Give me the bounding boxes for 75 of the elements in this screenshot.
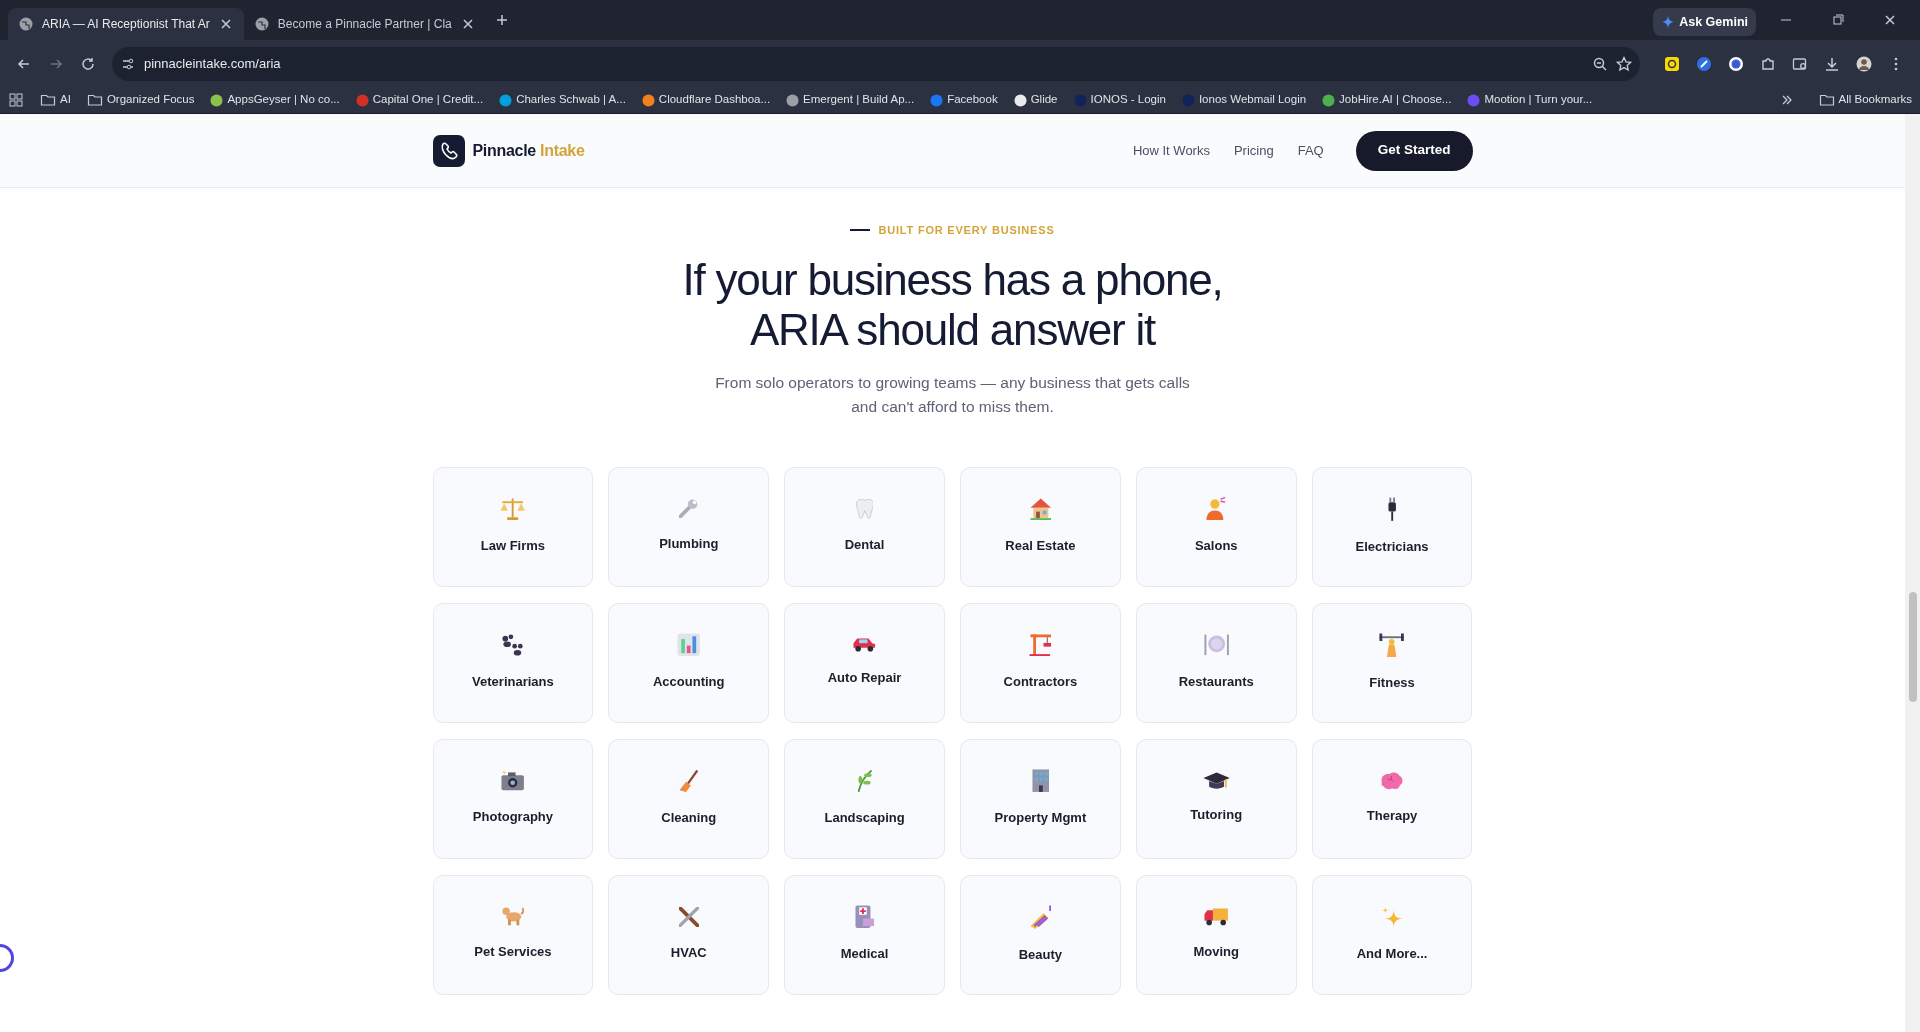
nav-link[interactable]: How It Works [1132,140,1210,161]
business-card[interactable]: Landscaping [784,738,945,859]
business-card[interactable]: Tutoring [1135,738,1297,859]
bookmark[interactable]: Organized Focus [86,91,195,109]
business-card[interactable]: Accounting [608,602,770,723]
brand-name[interactable]: Pinnacle Intake [472,138,585,163]
business-card[interactable]: Cleaning [608,738,770,859]
business-card[interactable]: Restaurants [1135,602,1297,723]
business-card[interactable]: Dental [784,466,945,587]
bookmark[interactable]: Emergent | Build Ap... [786,91,915,109]
card-label: Fitness [1369,673,1415,692]
business-card[interactable]: Property Mgmt [960,738,1121,859]
card-label: Auto Repair [827,668,902,687]
bookmark[interactable]: Glide [1013,91,1058,109]
business-card[interactable]: Beauty [960,874,1121,995]
card-label: Tutoring [1190,806,1243,825]
business-card[interactable]: Auto Repair [784,602,945,723]
card-label: Beauty [1018,945,1063,964]
business-card[interactable]: Real Estate [960,466,1121,587]
eyebrow-label: BUILT FOR EVERY BUSINESS [878,223,1055,238]
business-card[interactable]: And More... [1311,874,1473,995]
card-label: Contractors [1003,673,1078,691]
subtitle: From solo operators to growing teams — any business that gets calls and can't afford to miss them. [714,372,1191,417]
bookmark[interactable]: AI [40,91,71,109]
business-card[interactable]: Law Firms [432,466,594,587]
card-label: Property Mgmt [994,809,1087,828]
card-label: Landscaping [824,809,905,827]
headline: ARIA should answer it [748,304,1157,355]
get-started-button[interactable]: Get Started [1355,130,1473,171]
bookmark[interactable]: Mootion | Turn your... [1467,91,1593,109]
bookmark[interactable]: Cloudflare Dashboa... [641,91,771,109]
business-card[interactable]: Moving [1135,874,1297,995]
bookmark[interactable]: IONOS - Login [1073,91,1166,109]
card-label: Moving [1193,942,1239,961]
business-card[interactable]: Plumbing [608,466,770,587]
card-label: Accounting [653,673,725,692]
business-card[interactable]: Electricians [1311,466,1473,587]
business-card[interactable]: HVAC [608,874,770,995]
business-card[interactable]: Veterinarians [432,602,594,723]
card-label: Salons [1194,537,1238,556]
card-label: Veterinarians [472,672,554,691]
address-bar[interactable]: pinnacleintake.com/aria [112,46,1640,81]
card-label: Pet Services [474,943,552,962]
card-label: Therapy [1366,806,1418,825]
headline: If your business has a phone, [681,254,1224,305]
card-label: Medical [840,945,889,964]
bookmark[interactable]: Ionos Webmail Login [1181,91,1307,109]
card-label: Real Estate [1005,537,1076,555]
bookmark[interactable]: AppsGeyser | No co... [210,91,340,109]
card-label: Restaurants [1178,672,1254,691]
bookmark[interactable]: Facebook [930,91,998,109]
business-card[interactable]: Salons [1135,466,1297,587]
ask-gemini-button[interactable]: Ask Gemini [1653,8,1756,36]
card-label: Plumbing [659,535,719,554]
browser-tab[interactable]: Become a Pinnacle Partner | Cla [243,8,486,40]
nav-link[interactable]: FAQ [1297,140,1324,161]
card-label: HVAC [670,943,707,962]
bookmark[interactable]: All Bookmarks [1818,91,1912,109]
browser-tab[interactable]: ARIA — AI Receptionist That Ar [8,8,244,40]
card-label: Dental [844,535,885,554]
bookmark[interactable]: Capital One | Credit... [355,91,484,109]
nav-link[interactable]: Pricing [1233,140,1274,161]
business-card[interactable]: Therapy [1311,738,1473,859]
card-label: And More... [1356,945,1428,963]
business-card[interactable]: Medical [784,874,945,995]
business-card[interactable]: Contractors [960,602,1121,723]
business-card[interactable]: Fitness [1311,602,1473,723]
card-label: Photography [472,807,553,826]
card-label: Electricians [1355,537,1429,556]
bookmark[interactable]: JobHire.AI | Choose... [1322,91,1452,109]
business-card[interactable]: Photography [432,738,594,859]
card-label: Cleaning [661,809,717,827]
bookmark[interactable]: Charles Schwab | A... [499,91,626,109]
business-card[interactable]: Pet Services [432,874,594,995]
card-label: Law Firms [480,537,546,555]
